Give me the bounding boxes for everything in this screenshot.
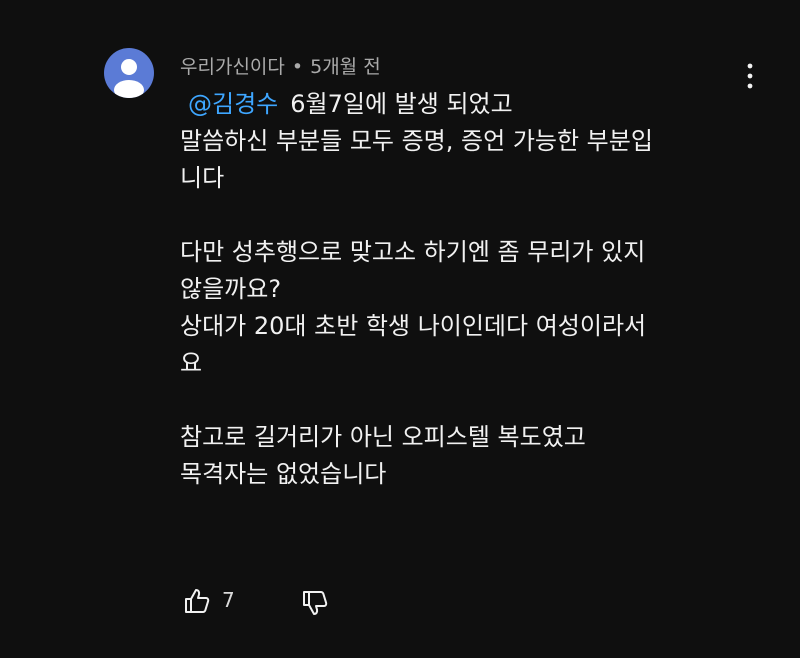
meta-separator: •	[291, 56, 304, 78]
comment-line: 목격자는 없었습니다	[180, 460, 387, 488]
comment-meta: 우리가신이다 • 5개월 전	[180, 52, 381, 79]
dislike-button[interactable]	[300, 588, 330, 618]
like-count: 7	[222, 588, 235, 612]
comment-line: 않을까요?	[180, 275, 282, 303]
like-button[interactable]	[182, 586, 212, 616]
thumbs-up-icon	[185, 589, 210, 613]
comment-line: @김경수 6월7일에 발생 되었고	[180, 86, 760, 123]
mention-link[interactable]: @김경수	[188, 90, 278, 118]
avatar[interactable]	[104, 48, 154, 98]
comment-line: 다만 성추행으로 맞고소 하기엔 좀 무리가 있지	[180, 238, 646, 266]
comment-line-text: 6월7일에 발생 되었고	[290, 90, 513, 118]
default-user-icon	[114, 59, 144, 98]
comment-time[interactable]: 5개월 전	[310, 56, 381, 78]
comment-line: 참고로 길거리가 아닌 오피스텔 복도였고	[180, 423, 586, 451]
comment-line: 말씀하신 부분들 모두 증명, 증언 가능한 부분입	[180, 127, 653, 155]
comment-line: 요	[180, 349, 203, 377]
thumbs-down-icon	[303, 591, 328, 615]
comment-body: @김경수 6월7일에 발생 되었고 말씀하신 부분들 모두 증명, 증언 가능한 …	[180, 86, 760, 493]
comment-line: 상대가 20대 초반 학생 나이인데다 여성이라서	[180, 312, 647, 340]
author-name[interactable]: 우리가신이다	[180, 56, 285, 78]
comment-line: 니다	[180, 164, 225, 192]
